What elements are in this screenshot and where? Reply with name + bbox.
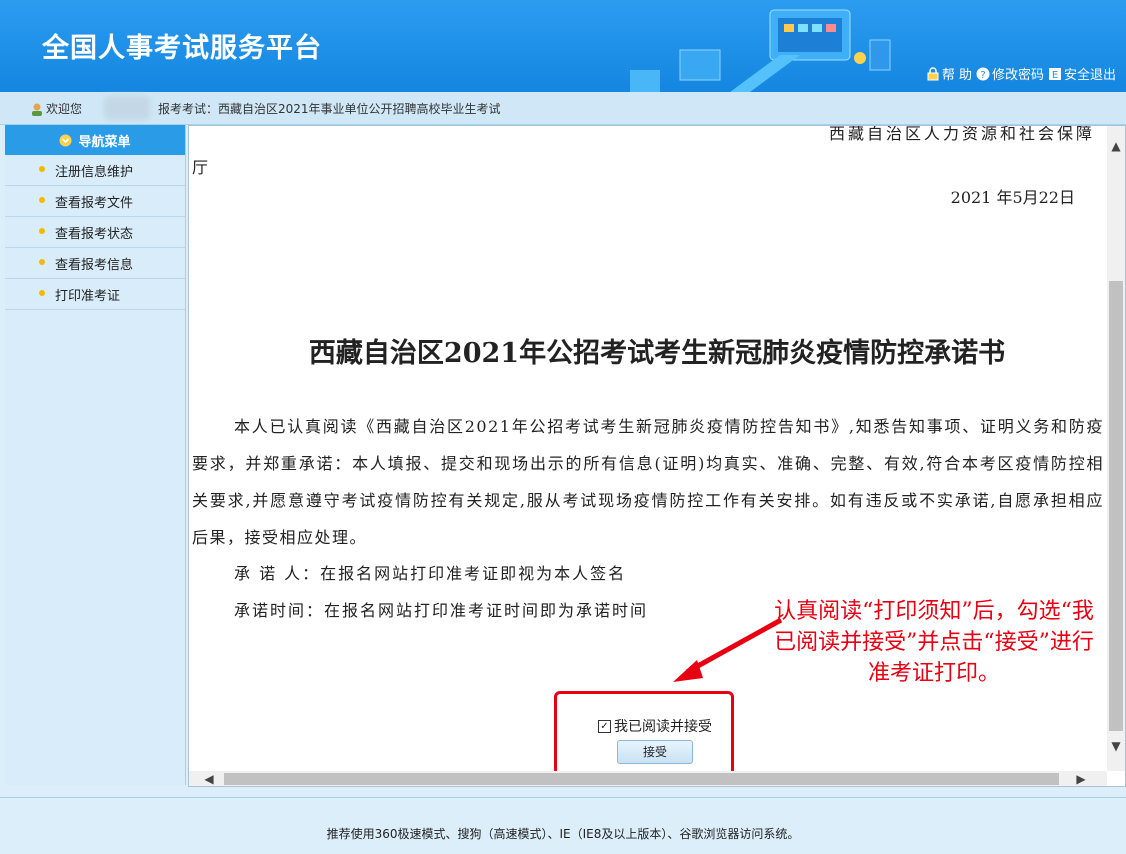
document-title: 西藏自治区2021年公招考试考生新冠肺炎疫情防控承诺书 xyxy=(308,338,1006,369)
exam-label: 报考考试：西藏自治区2021年事业单位公开招聘高校毕业生考试 xyxy=(158,102,501,116)
help-label: 帮 助 xyxy=(941,68,972,83)
accept-checkbox[interactable]: ✓ xyxy=(598,719,611,733)
commitment-paragraph: 本人已认真阅读《西藏自治区2021年公招考试考生新冠肺炎疫情防控告知书》,知悉告… xyxy=(192,417,1104,547)
horizontal-scrollbar[interactable]: ◀ ▶ xyxy=(189,771,1107,786)
username-redacted xyxy=(104,96,150,120)
nav-menu-header[interactable]: 导航菜单 xyxy=(5,125,185,155)
footer: 推荐使用360极速模式、搜狗（高速模式）、IE（IE8及以上版本）、谷歌浏览器访… xyxy=(0,797,1126,854)
exit-icon: E xyxy=(1048,67,1061,81)
sign-time-line: 承诺时间：在报名网站打印准考证时间即为承诺时间 xyxy=(234,601,649,620)
document-date: 2021 年5月22日 xyxy=(950,188,1075,207)
content-frame: 西藏自治区人力资源和社会保障 厅 2021 年5月22日 西藏自治区2021年公… xyxy=(188,125,1126,787)
header-illustration xyxy=(630,9,891,92)
sidebar-item-exam-info[interactable]: 查看报考信息 xyxy=(5,248,185,279)
scroll-down-icon[interactable]: ▼ xyxy=(1108,738,1124,754)
logout-link[interactable]: E 安全退出 xyxy=(1048,64,1116,83)
bullet-icon xyxy=(39,197,45,203)
footer-text: 推荐使用360极速模式、搜狗（高速模式）、IE（IE8及以上版本）、谷歌浏览器访… xyxy=(326,827,800,841)
scroll-right-icon[interactable]: ▶ xyxy=(1073,771,1089,786)
top-header: 全国人事考试服务平台 帮 助 ? 修改密码 E 安全退出 xyxy=(0,0,1126,92)
change-password-label: 修改密码 xyxy=(991,68,1044,83)
bullet-icon xyxy=(39,228,45,234)
vertical-scrollbar[interactable]: ▲ ▼ xyxy=(1107,126,1125,771)
sidebar-item-label: 注册信息维护 xyxy=(55,164,134,180)
sidebar: 导航菜单 注册信息维护 查看报考文件 查看报考状态 查看报考信息 打印准考证 xyxy=(5,125,186,785)
question-icon: ? xyxy=(976,67,990,81)
sidebar-item-exam-files[interactable]: 查看报考文件 xyxy=(5,186,185,217)
red-annotation: 认真阅读“打印须知”后，勾选“我已阅读并接受”并点击“接受”进行准考证打印。 xyxy=(774,599,1094,686)
vertical-scroll-thumb[interactable] xyxy=(1109,281,1123,731)
welcome-bar: 欢迎您 报考考试：西藏自治区2021年事业单位公开招聘高校毕业生考试 xyxy=(0,92,1126,125)
user-icon xyxy=(32,103,42,116)
logout-label: 安全退出 xyxy=(1063,68,1116,83)
site-title: 全国人事考试服务平台 xyxy=(42,33,322,64)
bullet-icon xyxy=(39,290,45,296)
help-link[interactable]: 帮 助 xyxy=(926,64,972,83)
accept-checkbox-row[interactable]: ✓ 我已阅读并接受 xyxy=(585,716,725,736)
bullet-icon xyxy=(39,259,45,265)
sidebar-item-exam-status[interactable]: 查看报考状态 xyxy=(5,217,185,248)
issuer-text-cont: 厅 xyxy=(192,158,209,177)
svg-text:?: ? xyxy=(980,70,985,81)
scroll-left-icon[interactable]: ◀ xyxy=(201,771,217,786)
nav-menu-title: 导航菜单 xyxy=(78,134,131,150)
lock-icon xyxy=(927,66,939,80)
sidebar-item-label: 查看报考文件 xyxy=(55,195,134,211)
horizontal-scroll-thumb[interactable] xyxy=(224,773,1059,785)
change-password-link[interactable]: ? 修改密码 xyxy=(976,64,1044,83)
accept-checkbox-label: 我已阅读并接受 xyxy=(614,719,712,735)
accept-panel: ✓ 我已阅读并接受 接受 xyxy=(585,716,725,764)
sidebar-item-register-info[interactable]: 注册信息维护 xyxy=(5,155,185,186)
chevron-down-icon xyxy=(59,134,72,146)
svg-text:E: E xyxy=(1052,70,1058,81)
scroll-up-icon[interactable]: ▲ xyxy=(1108,138,1124,154)
sidebar-item-label: 查看报考信息 xyxy=(55,257,134,273)
document: 西藏自治区人力资源和社会保障 厅 2021 年5月22日 西藏自治区2021年公… xyxy=(189,125,1105,779)
annotation-arrow-icon xyxy=(673,617,783,682)
welcome-greeting: 欢迎您 xyxy=(30,100,82,117)
issuer-text: 西藏自治区人力资源和社会保障 xyxy=(828,125,1095,143)
header-links: 帮 助 ? 修改密码 E 安全退出 xyxy=(926,64,1116,83)
sidebar-item-label: 查看报考状态 xyxy=(55,226,134,242)
sidebar-item-label: 打印准考证 xyxy=(55,288,121,304)
greeting-text: 欢迎您 xyxy=(46,102,83,116)
accept-button[interactable]: 接受 xyxy=(617,740,693,764)
signer-line: 承 诺 人：在报名网站打印准考证即视为本人签名 xyxy=(234,564,627,583)
sidebar-item-print-admission[interactable]: 打印准考证 xyxy=(5,279,185,310)
bullet-icon xyxy=(39,166,45,172)
